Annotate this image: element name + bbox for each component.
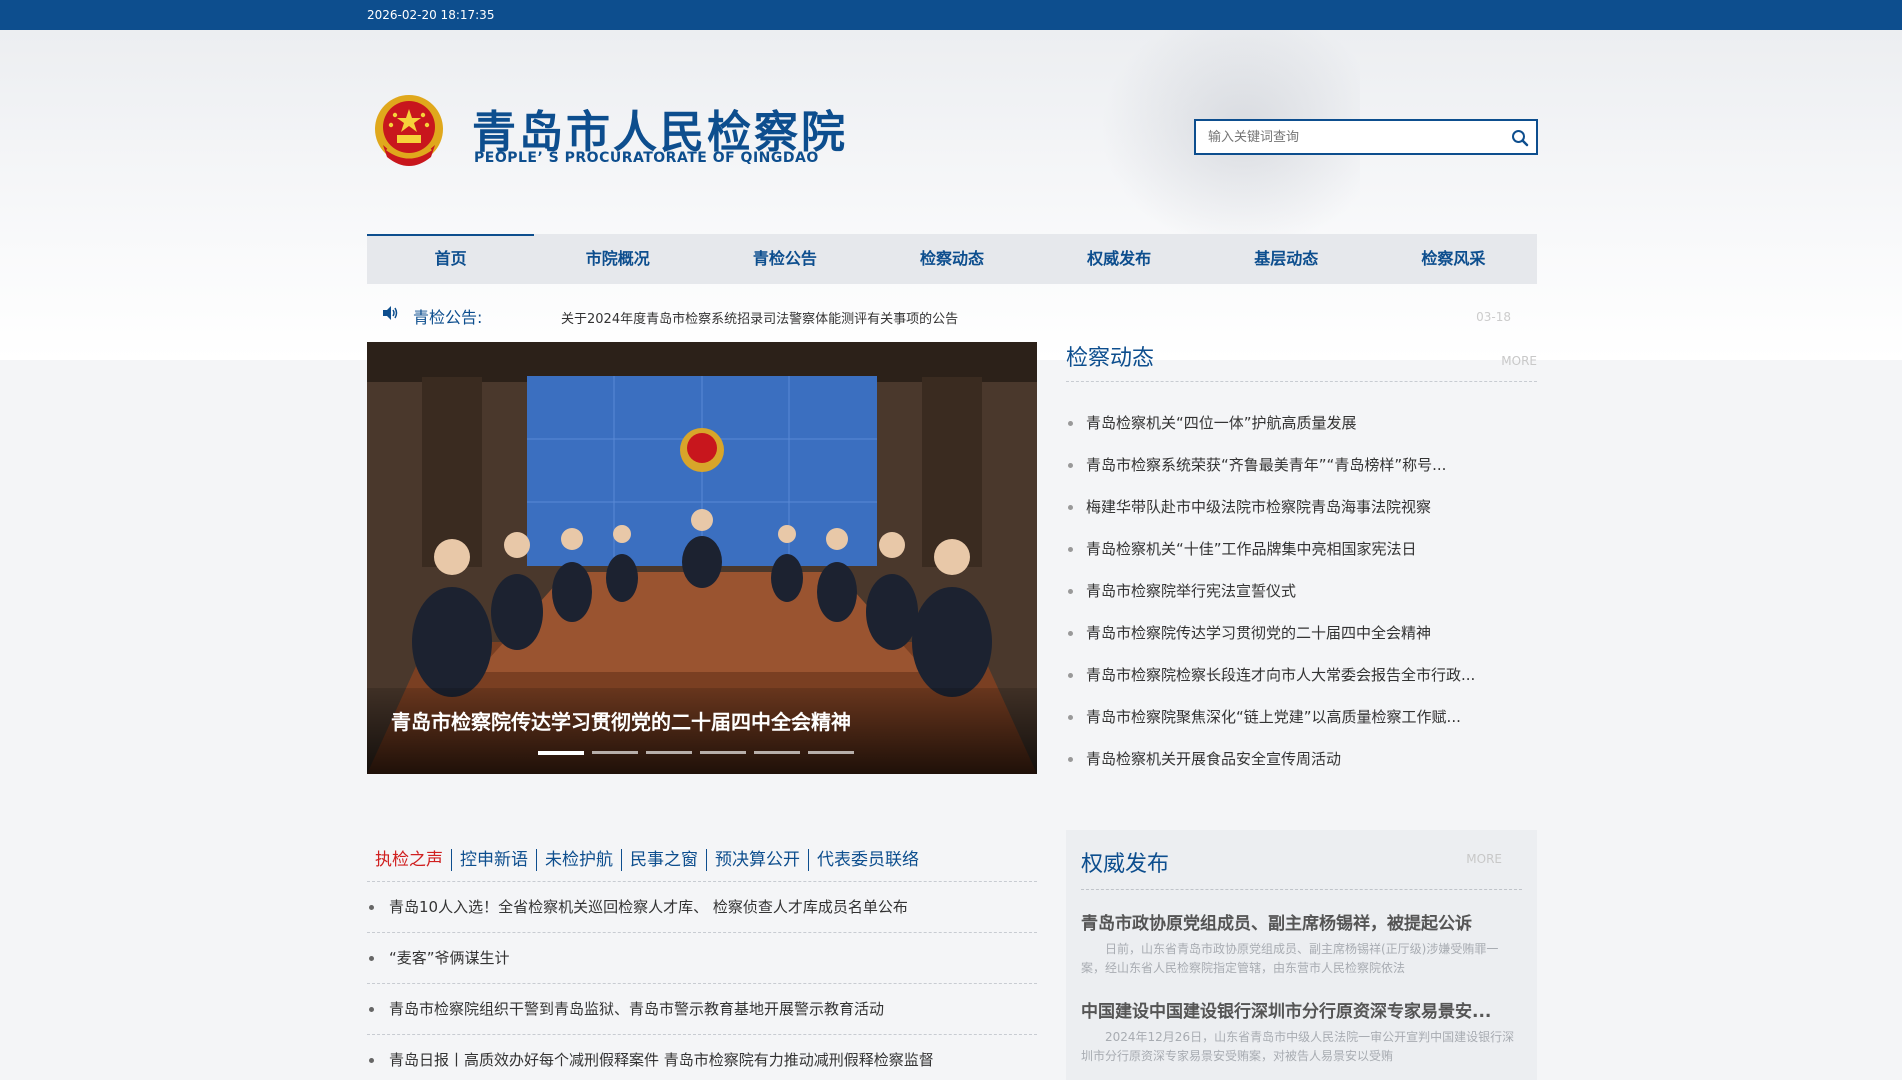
tab-budget-disclosure[interactable]: 预决算公开: [706, 848, 808, 871]
column-tabs: 执检之声 控申新语 未检护航 民事之窗 预决算公开 代表委员联络: [367, 838, 1037, 882]
tab-deputy-liaison[interactable]: 代表委员联络: [808, 848, 927, 871]
authority-release-panel: 权威发布 MORE 青岛市政协原党组成员、副主席杨锡祥，被提起公诉 日前，山东省…: [1066, 830, 1537, 1080]
procuratorial-news-more-link[interactable]: MORE: [1501, 354, 1537, 368]
bullet-icon: [1068, 673, 1073, 678]
list-item[interactable]: 青岛日报丨高质效办好每个减刑假释案件 青岛市检察院有力推动减刑假释检察监督: [367, 1035, 1037, 1080]
nav-announcements[interactable]: 青检公告: [701, 234, 868, 284]
news-list-item[interactable]: 青岛检察机关“四位一体”护航高质量发展: [1066, 402, 1537, 444]
search-input[interactable]: [1196, 121, 1496, 153]
search-box: [1194, 119, 1538, 155]
news-item-title: 青岛市检察院举行宪法宣誓仪式: [1086, 582, 1297, 600]
procuratorial-news-panel: 检察动态 MORE 青岛检察机关“四位一体”护航高质量发展 青岛市检察系统荣获“…: [1066, 340, 1537, 770]
column-tabs-panel: 执检之声 控申新语 未检护航 民事之窗 预决算公开 代表委员联络 青岛10人入选…: [367, 838, 1037, 1080]
news-list-item[interactable]: 青岛市检察系统荣获“齐鲁最美青年”“青岛榜样”称号...: [1066, 444, 1537, 486]
tab-civil-window[interactable]: 民事之窗: [621, 848, 706, 871]
bullet-icon: [1068, 547, 1073, 552]
announcement-link[interactable]: 关于2024年度青岛市检察系统招录司法警察体能测评有关事项的公告: [561, 308, 958, 327]
national-emblem-icon: [373, 93, 445, 173]
main-nav: 首页 市院概况 青检公告 检察动态 权威发布 基层动态 检察风采: [367, 234, 1537, 284]
news-item-title: 梅建华带队赴市中级法院市检察院青岛海事法院视察: [1086, 498, 1432, 516]
image-slider[interactable]: 青岛市检察院传达学习贯彻党的二十届四中全会精神: [367, 342, 1037, 774]
list-item-title: “麦客”爷俩谋生计: [389, 949, 510, 967]
nav-procuratorial-news[interactable]: 检察动态: [868, 234, 1035, 284]
top-bar: 2026-02-20 18:17:35: [0, 0, 1902, 30]
bullet-icon: [1068, 589, 1073, 594]
news-item-title: 青岛市检察院传达学习贯彻党的二十届四中全会精神: [1086, 624, 1432, 642]
list-item[interactable]: 青岛市检察院组织干警到青岛监狱、青岛市警示教育基地开展警示教育活动: [367, 984, 1037, 1035]
announcement-date: 03-18: [1476, 310, 1511, 324]
authority-release-item[interactable]: 中国建设中国建设银行深圳市分行原资深专家易景安... 2024年12月26日，山…: [1066, 1000, 1537, 1066]
tab-enforcement-voice[interactable]: 执检之声: [367, 849, 451, 871]
tab-content-list: 青岛10人入选！全省检察机关巡回检察人才库、 检察侦查人才库成员名单公布 “麦客…: [367, 882, 1037, 1080]
nav-authority-releases[interactable]: 权威发布: [1036, 234, 1203, 284]
slider-dot[interactable]: [646, 751, 692, 754]
authority-release-item[interactable]: 青岛市政协原党组成员、副主席杨锡祥，被提起公诉 日前，山东省青岛市政协原党组成员…: [1066, 912, 1537, 978]
bullet-icon: [1068, 505, 1073, 510]
bullet-icon: [1068, 463, 1073, 468]
news-list-item[interactable]: 青岛市检察院聚焦深化“链上党建”以高质量检察工作赋...: [1066, 696, 1537, 738]
authority-release-header: 权威发布 MORE: [1081, 830, 1522, 890]
bullet-icon: [369, 1007, 374, 1012]
list-item[interactable]: 青岛10人入选！全省检察机关巡回检察人才库、 检察侦查人才库成员名单公布: [367, 882, 1037, 933]
news-list-item[interactable]: 梅建华带队赴市中级法院市检察院青岛海事法院视察: [1066, 486, 1537, 528]
procuratorial-news-header: 检察动态 MORE: [1066, 340, 1537, 382]
news-list-item[interactable]: 青岛检察机关开展食品安全宣传周活动: [1066, 738, 1537, 780]
site-subtitle: PEOPLE’ S PROCURATORATE OF QINGDAO: [474, 150, 819, 166]
news-item-title: 青岛检察机关开展食品安全宣传周活动: [1086, 750, 1342, 768]
slider-dot[interactable]: [808, 751, 854, 754]
list-item-title: 青岛10人入选！全省检察机关巡回检察人才库、 检察侦查人才库成员名单公布: [389, 898, 908, 916]
news-list-item[interactable]: 青岛检察机关“十佳”工作品牌集中亮相国家宪法日: [1066, 528, 1537, 570]
news-item-title: 青岛检察机关“十佳”工作品牌集中亮相国家宪法日: [1086, 540, 1417, 558]
slider-dot[interactable]: [538, 751, 584, 755]
procuratorial-news-list: 青岛检察机关“四位一体”护航高质量发展 青岛市检察系统荣获“齐鲁最美青年”“青岛…: [1066, 402, 1537, 780]
list-item[interactable]: “麦客”爷俩谋生计: [367, 933, 1037, 984]
nav-overview[interactable]: 市院概况: [534, 234, 701, 284]
tab-juvenile-protection[interactable]: 未检护航: [536, 848, 621, 871]
nav-style[interactable]: 检察风采: [1370, 234, 1537, 284]
slider-dot[interactable]: [700, 751, 746, 754]
bullet-icon: [369, 905, 374, 910]
announcement-label: 青检公告:: [413, 308, 483, 327]
bullet-icon: [1068, 421, 1073, 426]
news-item-title: 青岛市检察院聚焦深化“链上党建”以高质量检察工作赋...: [1086, 708, 1461, 726]
news-item-title: 青岛市检察系统荣获“齐鲁最美青年”“青岛榜样”称号...: [1086, 456, 1447, 474]
authority-item-summary: 日前，山东省青岛市政协原党组成员、副主席杨锡祥(正厅级)涉嫌受贿罪一案，经山东省…: [1081, 942, 1499, 975]
authority-item-summary: 2024年12月26日，山东省青岛市中级人民法院一审公开宣判中国建设银行深圳市分…: [1081, 1030, 1515, 1063]
news-list-item[interactable]: 青岛市检察院检察长段连才向市人大常委会报告全市行政...: [1066, 654, 1537, 696]
procuratorial-news-title: 检察动态: [1066, 346, 1155, 371]
authority-release-more-link[interactable]: MORE: [1466, 852, 1502, 866]
nav-grassroots-news[interactable]: 基层动态: [1203, 234, 1370, 284]
news-list-item[interactable]: 青岛市检察院举行宪法宣誓仪式: [1066, 570, 1537, 612]
authority-item-title: 中国建设中国建设银行深圳市分行原资深专家易景安...: [1081, 1002, 1492, 1022]
bullet-icon: [1068, 715, 1073, 720]
authority-release-title: 权威发布: [1081, 852, 1170, 877]
current-datetime: 2026-02-20 18:17:35: [367, 8, 495, 22]
speaker-icon: [381, 304, 399, 322]
nav-home[interactable]: 首页: [367, 234, 535, 284]
search-icon[interactable]: [1510, 128, 1530, 148]
slider-dots: [538, 751, 854, 755]
list-item-title: 青岛市检察院组织干警到青岛监狱、青岛市警示教育基地开展警示教育活动: [389, 1000, 885, 1018]
list-item-title: 青岛日报丨高质效办好每个减刑假释案件 青岛市检察院有力推动减刑假释检察监督: [389, 1051, 934, 1069]
tab-complaint-appeal[interactable]: 控申新语: [451, 848, 536, 871]
bullet-icon: [1068, 757, 1073, 762]
authority-item-title: 青岛市政协原党组成员、副主席杨锡祥，被提起公诉: [1081, 914, 1472, 934]
news-list-item[interactable]: 青岛市检察院传达学习贯彻党的二十届四中全会精神: [1066, 612, 1537, 654]
bullet-icon: [369, 956, 374, 961]
slider-dot[interactable]: [592, 751, 638, 754]
slide-caption[interactable]: 青岛市检察院传达学习贯彻党的二十届四中全会精神: [391, 706, 851, 735]
bullet-icon: [369, 1058, 374, 1063]
news-item-title: 青岛市检察院检察长段连才向市人大常委会报告全市行政...: [1086, 666, 1476, 684]
news-item-title: 青岛检察机关“四位一体”护航高质量发展: [1086, 414, 1357, 432]
slider-dot[interactable]: [754, 751, 800, 754]
bullet-icon: [1068, 631, 1073, 636]
announcement-bar: 青检公告: 关于2024年度青岛市检察系统招录司法警察体能测评有关事项的公告 0…: [367, 300, 1537, 330]
